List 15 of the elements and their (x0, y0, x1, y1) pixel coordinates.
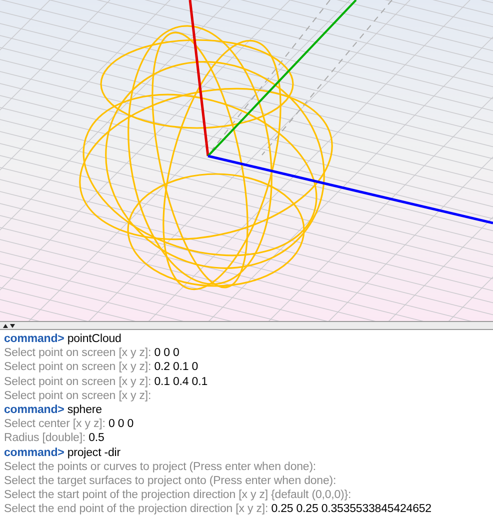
prompt-line: Select point on screen [x y z]: (4, 388, 152, 404)
prompt-line: Select center [x y z]: 0 0 0 (4, 417, 135, 432)
prompt-line: Select the end point of the projection direction [x y z]: 0.25 0.25 0.3535533845424652 (4, 502, 432, 517)
prompt-line: Radius [double]: 0.5 (4, 431, 106, 446)
prompt-line: Select point on screen [x y z]: 0.2 0.1 0 (4, 360, 200, 375)
command-line: command> pointCloud (4, 332, 122, 346)
prompt-line: Select point on screen [x y z]: 0 0 0 (4, 346, 180, 360)
prompt-line: Select the start point of the projection direction [x y z] {default (0,0,0)}: (4, 488, 352, 502)
prompt-line: Select the points or curves to project (Press enter when done): (4, 460, 318, 474)
command-line: command> sphere (4, 403, 103, 418)
prompt-line: Select the target surfaces to project onto (Press enter when done): (4, 474, 338, 488)
collapse-down-icon[interactable] (10, 324, 15, 328)
collapse-up-icon[interactable] (3, 324, 8, 328)
command-line: command> project -dir (4, 446, 122, 460)
prompt-line: Select point on screen [x y z]: 0.1 0.4 0.1 (4, 374, 208, 389)
